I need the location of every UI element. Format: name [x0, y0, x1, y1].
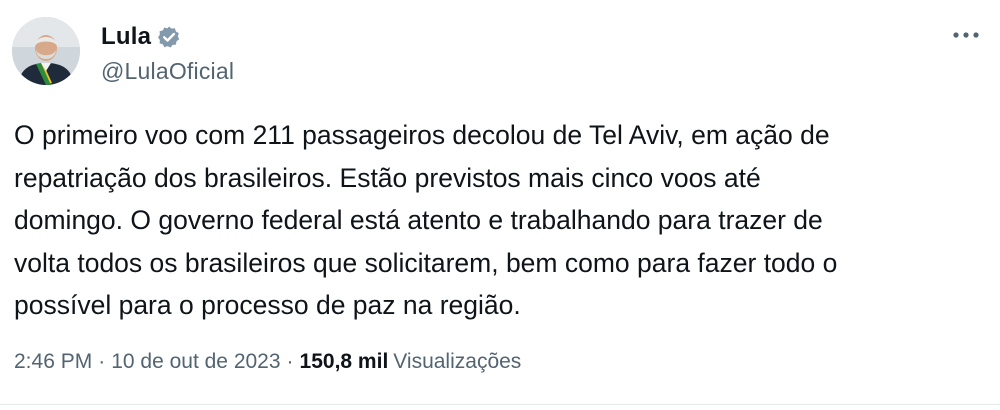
meta-separator: · [98, 350, 106, 373]
avatar[interactable] [12, 17, 80, 85]
meta-separator: · [286, 350, 294, 373]
timestamp-date[interactable]: 10 de out de 2023 [111, 350, 280, 374]
more-options-icon [953, 32, 979, 38]
verified-badge-icon[interactable] [157, 25, 181, 49]
display-name[interactable]: Lula [101, 23, 151, 51]
tweet-text: O primeiro voo com 211 passageiros decol… [14, 120, 838, 320]
handle[interactable]: @LulaOficial [101, 58, 234, 85]
views-count: 150,8 mil [299, 350, 389, 373]
tweet-card: Lula @LulaOficial O primeiro voo com 211… [0, 0, 1000, 410]
author-block: Lula @LulaOficial [101, 22, 234, 85]
name-row: Lula [101, 22, 234, 52]
more-options-button[interactable] [948, 20, 984, 50]
tweet-meta: 2:46 PM · 10 de out de 2023 · 150,8 mil … [14, 350, 521, 374]
views-label[interactable]: Visualizações [393, 350, 521, 374]
divider [0, 404, 1000, 405]
profile-photo-avatar-icon [12, 17, 80, 85]
timestamp-time[interactable]: 2:46 PM [14, 350, 92, 374]
